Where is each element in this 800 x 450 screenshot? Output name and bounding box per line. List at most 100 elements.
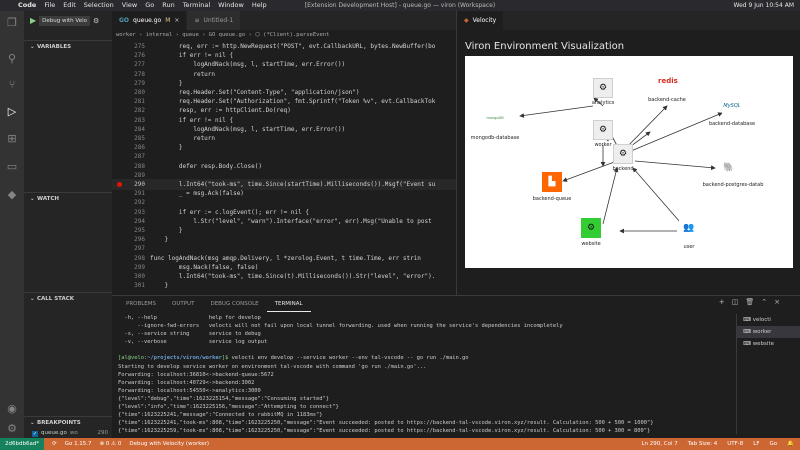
terminal-line: {"level":"debug","time":1623225154,"mess… xyxy=(118,395,329,402)
menu-terminal[interactable]: Terminal xyxy=(183,0,210,11)
account-icon[interactable]: ◉ xyxy=(6,403,18,415)
menu-selection[interactable]: Selection xyxy=(84,0,114,11)
indentation[interactable]: Tab Size: 4 xyxy=(688,438,717,450)
chevron-down-icon: ⌄ xyxy=(30,44,35,50)
terminal-line: Forwarding: localhost:54550<->analytics:… xyxy=(118,387,261,394)
debug-config-select[interactable]: Debug with Velo xyxy=(39,15,91,26)
terminal-item-website[interactable]: ⌨ website xyxy=(737,338,800,350)
code-text: } xyxy=(150,282,169,290)
terminal-line: Starting to develop service worker on en… xyxy=(118,363,427,370)
tab-problems[interactable]: PROBLEMS xyxy=(118,296,164,312)
git-branch-indicator[interactable]: 2d6bdb6ad* xyxy=(0,438,45,450)
worker-node[interactable]: ⚙ xyxy=(593,120,613,140)
language-mode[interactable]: Go xyxy=(770,438,778,450)
postgres-node[interactable]: 🐘 xyxy=(719,158,739,178)
website-node[interactable]: ⚙ xyxy=(581,218,601,238)
remote-explorer-icon[interactable]: ▭ xyxy=(6,161,18,173)
close-icon[interactable]: × xyxy=(774,298,780,306)
terminal-line: [al@velo:~/projects/viron/worker]$ veloc… xyxy=(118,355,469,362)
velocity-webview: ◆ Velocity Viron Environment Visualizati… xyxy=(456,11,800,295)
explorer-icon[interactable]: ❐ xyxy=(6,17,18,29)
activity-bar: ❐ ⚲ ⑂ ▷ ⊞ ▭ ◆ ◉ ⚙ xyxy=(0,11,24,438)
mongodb-node[interactable]: mongoDB xyxy=(485,108,505,128)
terminal-item-worker[interactable]: ⌨ worker xyxy=(737,326,800,338)
tab-debug-console[interactable]: DEBUG CONSOLE xyxy=(202,296,266,312)
node-label: backend xyxy=(612,166,634,172)
menu-help[interactable]: Help xyxy=(252,0,267,11)
menu-edit[interactable]: Edit xyxy=(63,0,76,11)
watch-section[interactable]: ⌄ WATCH xyxy=(24,192,112,204)
edge-website-backend xyxy=(602,167,619,225)
breakpoint-item[interactable]: ✓ queue.go wo 290 xyxy=(24,429,112,438)
tab-velocity[interactable]: ◆ Velocity xyxy=(457,11,505,30)
notifications-bell-icon[interactable]: 🔔 xyxy=(787,438,794,450)
problems-count[interactable]: ⊗ 0 ⚠ 0 xyxy=(100,438,122,450)
node-label: analytics xyxy=(591,100,615,106)
terminal-line: Forwarding: localhost:40729<->backend:30… xyxy=(118,379,255,386)
edge-backend-queue xyxy=(562,160,618,182)
backend-queue-node[interactable]: ▙ xyxy=(542,172,562,192)
sync-icon[interactable]: ⟳ xyxy=(52,438,57,450)
editor-group: GO queue.go M × ≡ Untitled-1 worker › in… xyxy=(112,11,456,295)
backend-node[interactable]: ⚙ xyxy=(613,144,633,164)
breakpoint-checkbox[interactable]: ✓ xyxy=(32,430,38,437)
manage-gear-icon[interactable]: ⚙ xyxy=(6,423,18,435)
new-terminal-icon[interactable]: + xyxy=(719,298,725,306)
line-ending[interactable]: LF xyxy=(753,438,759,450)
tab-queue-go[interactable]: GO queue.go M × xyxy=(112,11,188,30)
code-line[interactable]: 301 } xyxy=(112,280,456,291)
gear-icon: ⚙ xyxy=(586,223,596,233)
search-icon[interactable]: ⚲ xyxy=(6,53,18,65)
velocity-icon: ◆ xyxy=(464,17,469,24)
menu-bar: Code File Edit Selection View Go Run Ter… xyxy=(0,0,800,11)
menu-code[interactable]: Code xyxy=(18,0,36,11)
menu-run[interactable]: Run xyxy=(162,0,174,11)
mysql-node[interactable]: MySQL xyxy=(722,96,742,116)
node-label: website xyxy=(581,241,601,247)
encoding[interactable]: UTF-8 xyxy=(727,438,743,450)
menu-go[interactable]: Go xyxy=(145,0,154,11)
docker-icon[interactable]: ◆ xyxy=(6,189,18,201)
terminal-item-velocti[interactable]: ⌨ velocti xyxy=(737,314,800,326)
code-editor[interactable]: 275 req, err := http.NewRequest("POST", … xyxy=(112,41,456,295)
mongodb-logo-icon: mongoDB xyxy=(486,116,504,120)
debug-session[interactable]: Debug with Velocity (worker) xyxy=(129,438,209,450)
node-label: worker xyxy=(594,142,612,148)
analytics-node[interactable]: ⚙ xyxy=(593,78,613,98)
menu-view[interactable]: View xyxy=(122,0,137,11)
environment-graph: ⚙ analytics redis backend-cache mongoDB … xyxy=(465,56,793,268)
split-terminal-icon[interactable]: ◫ xyxy=(732,298,739,306)
close-icon[interactable]: × xyxy=(174,11,179,30)
start-debugging-icon[interactable]: ▶ xyxy=(30,16,36,25)
run-debug-icon[interactable]: ▷ xyxy=(6,106,18,118)
call-stack-section[interactable]: ⌄ CALL STACK xyxy=(24,292,112,304)
terminal-line: --ignore-fwd-errors velocti will not fai… xyxy=(118,323,563,330)
tab-terminal[interactable]: TERMINAL xyxy=(266,296,311,312)
terminal-icon: ⌨ xyxy=(743,329,753,335)
debug-settings-gear-icon[interactable]: ⚙ xyxy=(93,17,99,25)
terminal-output[interactable]: -h, --help help for develop --ignore-fwd… xyxy=(118,314,728,436)
user-node[interactable]: 👥 xyxy=(679,218,699,238)
breadcrumb[interactable]: worker › internal › queue › GO queue.go … xyxy=(112,30,456,41)
status-bar: 2d6bdb6ad* ⟳ Go 1.15.7 ⊗ 0 ⚠ 0 Debug wit… xyxy=(0,438,800,450)
menu-window[interactable]: Window xyxy=(218,0,244,11)
backend-cache-node[interactable]: redis xyxy=(657,68,678,88)
go-version[interactable]: Go 1.15.7 xyxy=(65,438,92,450)
terminal-line: {"time":1623225241,"took-ms":808,"time":… xyxy=(118,420,654,427)
cursor-position[interactable]: Ln 290, Col 7 xyxy=(641,438,677,450)
maximize-icon[interactable]: ⌃ xyxy=(761,298,767,306)
extensions-icon[interactable]: ⊞ xyxy=(6,133,18,145)
tab-output[interactable]: OUTPUT xyxy=(164,296,202,312)
terminal-line: {"level":"info","time":1623225156,"messa… xyxy=(118,404,339,411)
breakpoints-section[interactable]: ⌄ BREAKPOINTS xyxy=(24,416,112,428)
bottom-panel: PROBLEMS OUTPUT DEBUG CONSOLE TERMINAL +… xyxy=(112,295,800,438)
variables-section[interactable]: ⌄ VARIABLES xyxy=(24,40,112,52)
source-control-icon[interactable]: ⑂ xyxy=(6,79,18,91)
menu-file[interactable]: File xyxy=(44,0,55,11)
tab-untitled[interactable]: ≡ Untitled-1 xyxy=(187,11,242,30)
trash-icon[interactable]: 🗑 xyxy=(745,298,754,306)
terminal-line: {"time":1623225241,"message":"Connected … xyxy=(118,412,323,419)
node-label: backend-database xyxy=(708,121,756,127)
webview-tabs: ◆ Velocity xyxy=(457,11,800,30)
